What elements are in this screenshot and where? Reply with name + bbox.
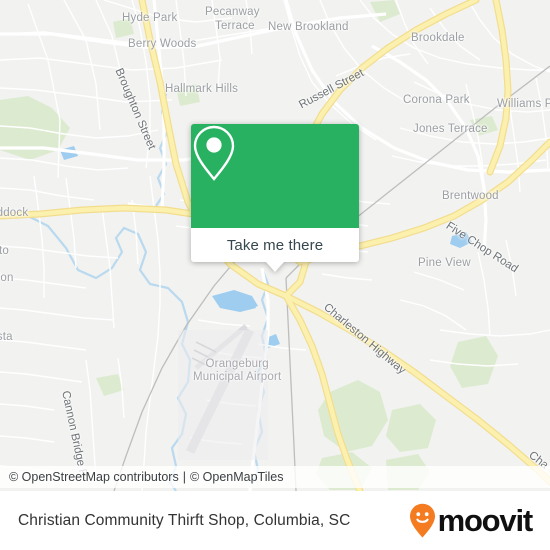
moovit-wordmark: moovit <box>437 503 534 538</box>
map-screenshot: Hyde Park Pecanway Terrace New Brookland… <box>0 0 550 550</box>
attribution-osm[interactable]: © OpenStreetMap contributors <box>9 470 179 484</box>
map-attribution: © OpenStreetMap contributors | © OpenMap… <box>0 466 550 488</box>
location-popup[interactable]: Take me there <box>191 124 359 272</box>
popup-pointer <box>266 262 284 272</box>
popup-image <box>191 124 359 228</box>
map-pin-icon <box>193 125 235 181</box>
airport-runway <box>178 324 268 460</box>
map-canvas[interactable]: Hyde Park Pecanway Terrace New Brookland… <box>0 0 550 491</box>
take-me-there-button[interactable]: Take me there <box>191 228 359 262</box>
attribution-separator: | <box>182 470 186 484</box>
moovit-logo[interactable]: moovit <box>409 503 534 539</box>
page-title: Christian Community Thirft Shop, Columbi… <box>18 511 351 529</box>
footer-bar: Christian Community Thirft Shop, Columbi… <box>0 491 550 550</box>
moovit-pin-icon <box>409 503 435 538</box>
attribution-tiles[interactable]: © OpenMapTiles <box>190 470 284 484</box>
